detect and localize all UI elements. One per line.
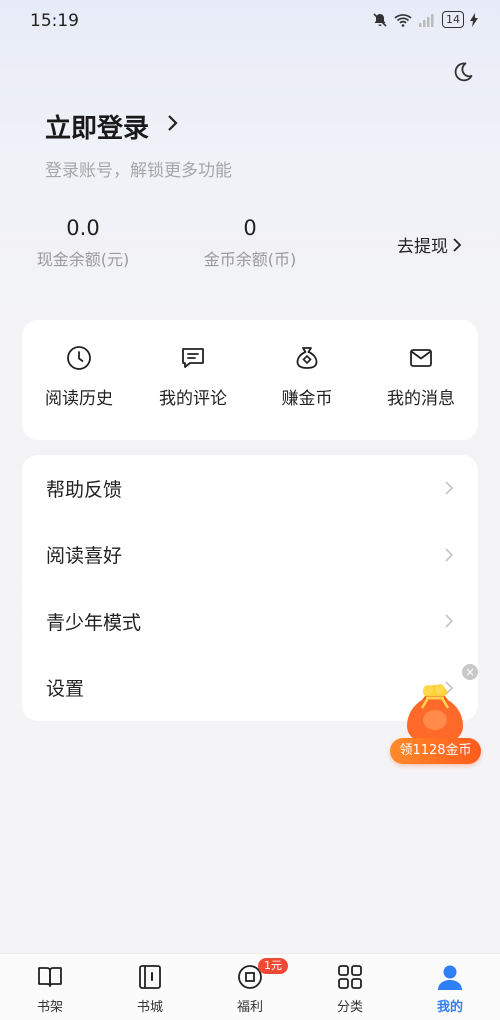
tab-bookstore[interactable]: 书城 — [100, 954, 200, 1020]
quick-item-label: 我的评论 — [159, 389, 227, 409]
promo-label: 领1128金币 — [390, 738, 481, 764]
coin-balance[interactable]: 0 金币余额(币) — [195, 216, 305, 270]
quick-item-label: 我的消息 — [387, 389, 455, 409]
wifi-icon — [394, 13, 412, 27]
menu-item-reading-preference[interactable]: 阅读喜好 — [22, 522, 478, 589]
tab-bookshelf[interactable]: 书架 — [0, 954, 100, 1020]
quick-item-earn-coins[interactable]: 赚金币 — [250, 320, 364, 440]
tab-label: 我的 — [436, 1000, 463, 1015]
bookstore-icon — [139, 965, 161, 989]
status-icons: 14 — [372, 11, 478, 28]
quick-item-my-messages[interactable]: 我的消息 — [364, 320, 478, 440]
tab-label: 书城 — [136, 1000, 163, 1015]
login-subtitle: 登录账号，解锁更多功能 — [45, 161, 232, 181]
withdraw-label: 去提现 — [397, 237, 448, 257]
mute-bell-icon — [373, 12, 387, 27]
quick-item-label: 阅读历史 — [45, 389, 113, 409]
tab-label: 福利 — [236, 1000, 263, 1015]
chevron-right-icon[interactable] — [165, 113, 179, 133]
signal-icon — [419, 13, 434, 27]
chevron-right-icon — [453, 237, 462, 252]
tab-welfare[interactable]: 1元 福利 — [200, 954, 300, 1020]
grid-icon — [338, 965, 362, 989]
menu-item-help-feedback[interactable]: 帮助反馈 — [22, 455, 478, 522]
cash-balance-label: 现金余额(元) — [36, 250, 130, 269]
welfare-badge: 1元 — [258, 958, 288, 974]
quick-actions-card: 阅读历史 我的评论 赚金币 我的消息 — [22, 320, 478, 440]
tab-label: 书架 — [36, 1000, 63, 1015]
quick-item-reading-history[interactable]: 阅读历史 — [22, 320, 136, 440]
menu-item-label: 设置 — [46, 678, 85, 701]
chevron-right-icon — [445, 548, 454, 562]
quick-item-label: 赚金币 — [281, 389, 333, 409]
comment-icon — [182, 348, 204, 368]
tab-label: 分类 — [336, 1000, 363, 1015]
money-bag-icon — [296, 347, 318, 369]
cash-balance[interactable]: 0.0 现金余额(元) — [28, 216, 138, 270]
close-icon[interactable]: × — [462, 664, 478, 680]
chevron-right-icon — [445, 481, 454, 495]
coin-balance-label: 金币余额(币) — [203, 250, 297, 269]
moon-icon[interactable] — [450, 60, 474, 84]
status-bar: 15:19 14 — [0, 0, 500, 42]
menu-item-label: 青少年模式 — [46, 611, 142, 634]
menu-item-label: 帮助反馈 — [46, 478, 123, 501]
login-title[interactable]: 立即登录 — [45, 108, 149, 145]
tab-category[interactable]: 分类 — [300, 954, 400, 1020]
mail-icon — [410, 349, 432, 367]
battery-indicator: 14 — [442, 11, 464, 28]
coin-balance-value: 0 — [243, 216, 257, 240]
bookshelf-icon — [38, 967, 62, 987]
tab-mine[interactable]: 我的 — [400, 954, 500, 1020]
user-icon — [438, 965, 462, 990]
menu-item-teen-mode[interactable]: 青少年模式 — [22, 588, 478, 655]
menu-item-label: 阅读喜好 — [46, 545, 123, 568]
cash-balance-value: 0.0 — [66, 216, 100, 240]
status-time: 15:19 — [30, 11, 79, 31]
charging-icon — [470, 12, 478, 27]
withdraw-button[interactable]: 去提现 — [397, 232, 462, 257]
lucky-bag-icon — [407, 684, 463, 744]
chevron-right-icon — [445, 614, 454, 628]
bottom-tab-bar: 书架 书城 1元 福利 分类 我的 — [0, 953, 500, 1020]
quick-item-my-comments[interactable]: 我的评论 — [136, 320, 250, 440]
coin-reward-promo[interactable]: × 领1128金币 — [390, 662, 490, 764]
clock-icon — [67, 346, 91, 370]
